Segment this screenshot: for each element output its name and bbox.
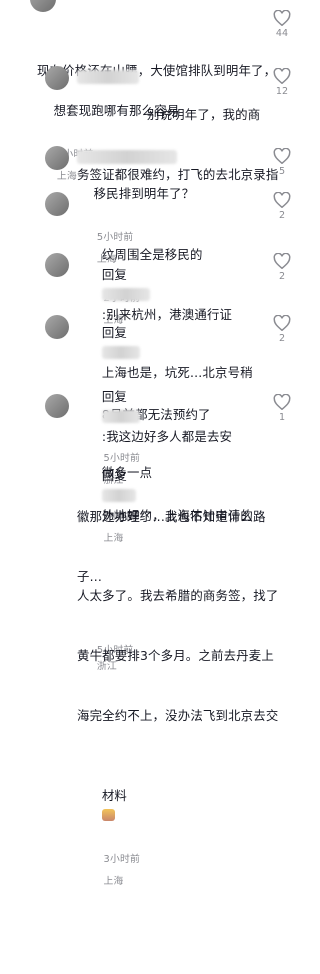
comment-meta: 3小时前 上海 xyxy=(77,854,140,909)
like-button[interactable]: 2 xyxy=(270,253,294,282)
emoji-icon xyxy=(101,809,115,821)
avatar[interactable] xyxy=(45,192,69,216)
reply-username[interactable] xyxy=(101,489,136,502)
comment-line: 别说明年了，我的商 xyxy=(147,107,261,122)
like-button[interactable]: 44 xyxy=(270,10,294,39)
comment-item: 现在价格还在山腰，大使馆排队到明年了， 想套现跑哪有那么容易 3小时前 上海 4… xyxy=(0,0,304,182)
heart-icon xyxy=(273,148,291,164)
avatar[interactable] xyxy=(45,394,69,418)
heart-icon xyxy=(273,10,291,26)
heart-icon xyxy=(273,315,291,331)
comment-item: 别说明年了，我的商 务签证都很难约，打飞的去北京录指 纹周围全是移民的 2小时前… xyxy=(0,64,304,326)
comment-item: 回复 :别来杭州，港澳通行证 8月前都无法预约了 5小时前 浙江 2 xyxy=(0,192,304,486)
comment-item: 回复 :我这边好多人都是去安 徽那边办理了...我也不知道什么路 子... 5小… xyxy=(0,315,304,672)
avatar[interactable] xyxy=(45,253,69,277)
comment-item: 移民排到明年了？ 5小时前 上海 5 xyxy=(0,144,304,265)
avatar[interactable] xyxy=(30,0,56,12)
like-button[interactable]: 1 xyxy=(270,394,294,423)
heart-icon xyxy=(273,253,291,269)
like-button[interactable]: 12 xyxy=(270,68,294,97)
avatar[interactable] xyxy=(45,66,69,90)
avatar[interactable] xyxy=(45,146,69,170)
comment-item: 回复 上海也是，坑死...北京号稍 微多一点 5小时前 上海 2 xyxy=(0,253,304,544)
comment-line: 黄牛都要排3个多月。之前去丹麦上 xyxy=(77,648,274,663)
reply-prefix: 回复 xyxy=(101,468,128,483)
username[interactable] xyxy=(77,150,177,164)
like-button[interactable]: 5 xyxy=(270,148,294,177)
comment-row: 回复 外地好约，上海估计申请的 xyxy=(77,446,287,546)
heart-icon xyxy=(273,394,291,410)
comment-line: 海完全约不上，没办法飞到北京去交 xyxy=(77,708,279,723)
comment-line: 人太多了。我去希腊的商务签，找了 xyxy=(77,588,279,603)
like-count: 12 xyxy=(275,86,289,97)
like-button[interactable]: 2 xyxy=(270,315,294,344)
comment-line: 材料 xyxy=(101,788,128,803)
comment-location: 上海 xyxy=(103,876,124,887)
comment-text: 回复 外地好约，上海估计申请的 人太多了。我去希腊的商务签，找了 黄牛都要排3个… xyxy=(77,406,287,974)
like-count: 44 xyxy=(275,28,289,39)
comment-row: 材料 3小时前 上海 xyxy=(77,766,287,934)
like-button[interactable]: 2 xyxy=(270,192,294,221)
like-count: 2 xyxy=(278,210,286,221)
heart-icon xyxy=(273,192,291,208)
comment-item: 回复 外地好约，上海估计申请的 人太多了。我去希腊的商务签，找了 黄牛都要排3个… xyxy=(0,394,304,887)
heart-icon xyxy=(273,68,291,84)
like-count: 2 xyxy=(278,271,286,282)
like-count: 2 xyxy=(278,333,286,344)
avatar[interactable] xyxy=(45,315,69,339)
like-count: 5 xyxy=(278,166,286,177)
comment-time: 3小时前 xyxy=(103,854,140,865)
comment-line: 外地好约，上海估计申请的 xyxy=(101,508,253,523)
like-count: 1 xyxy=(278,412,286,423)
